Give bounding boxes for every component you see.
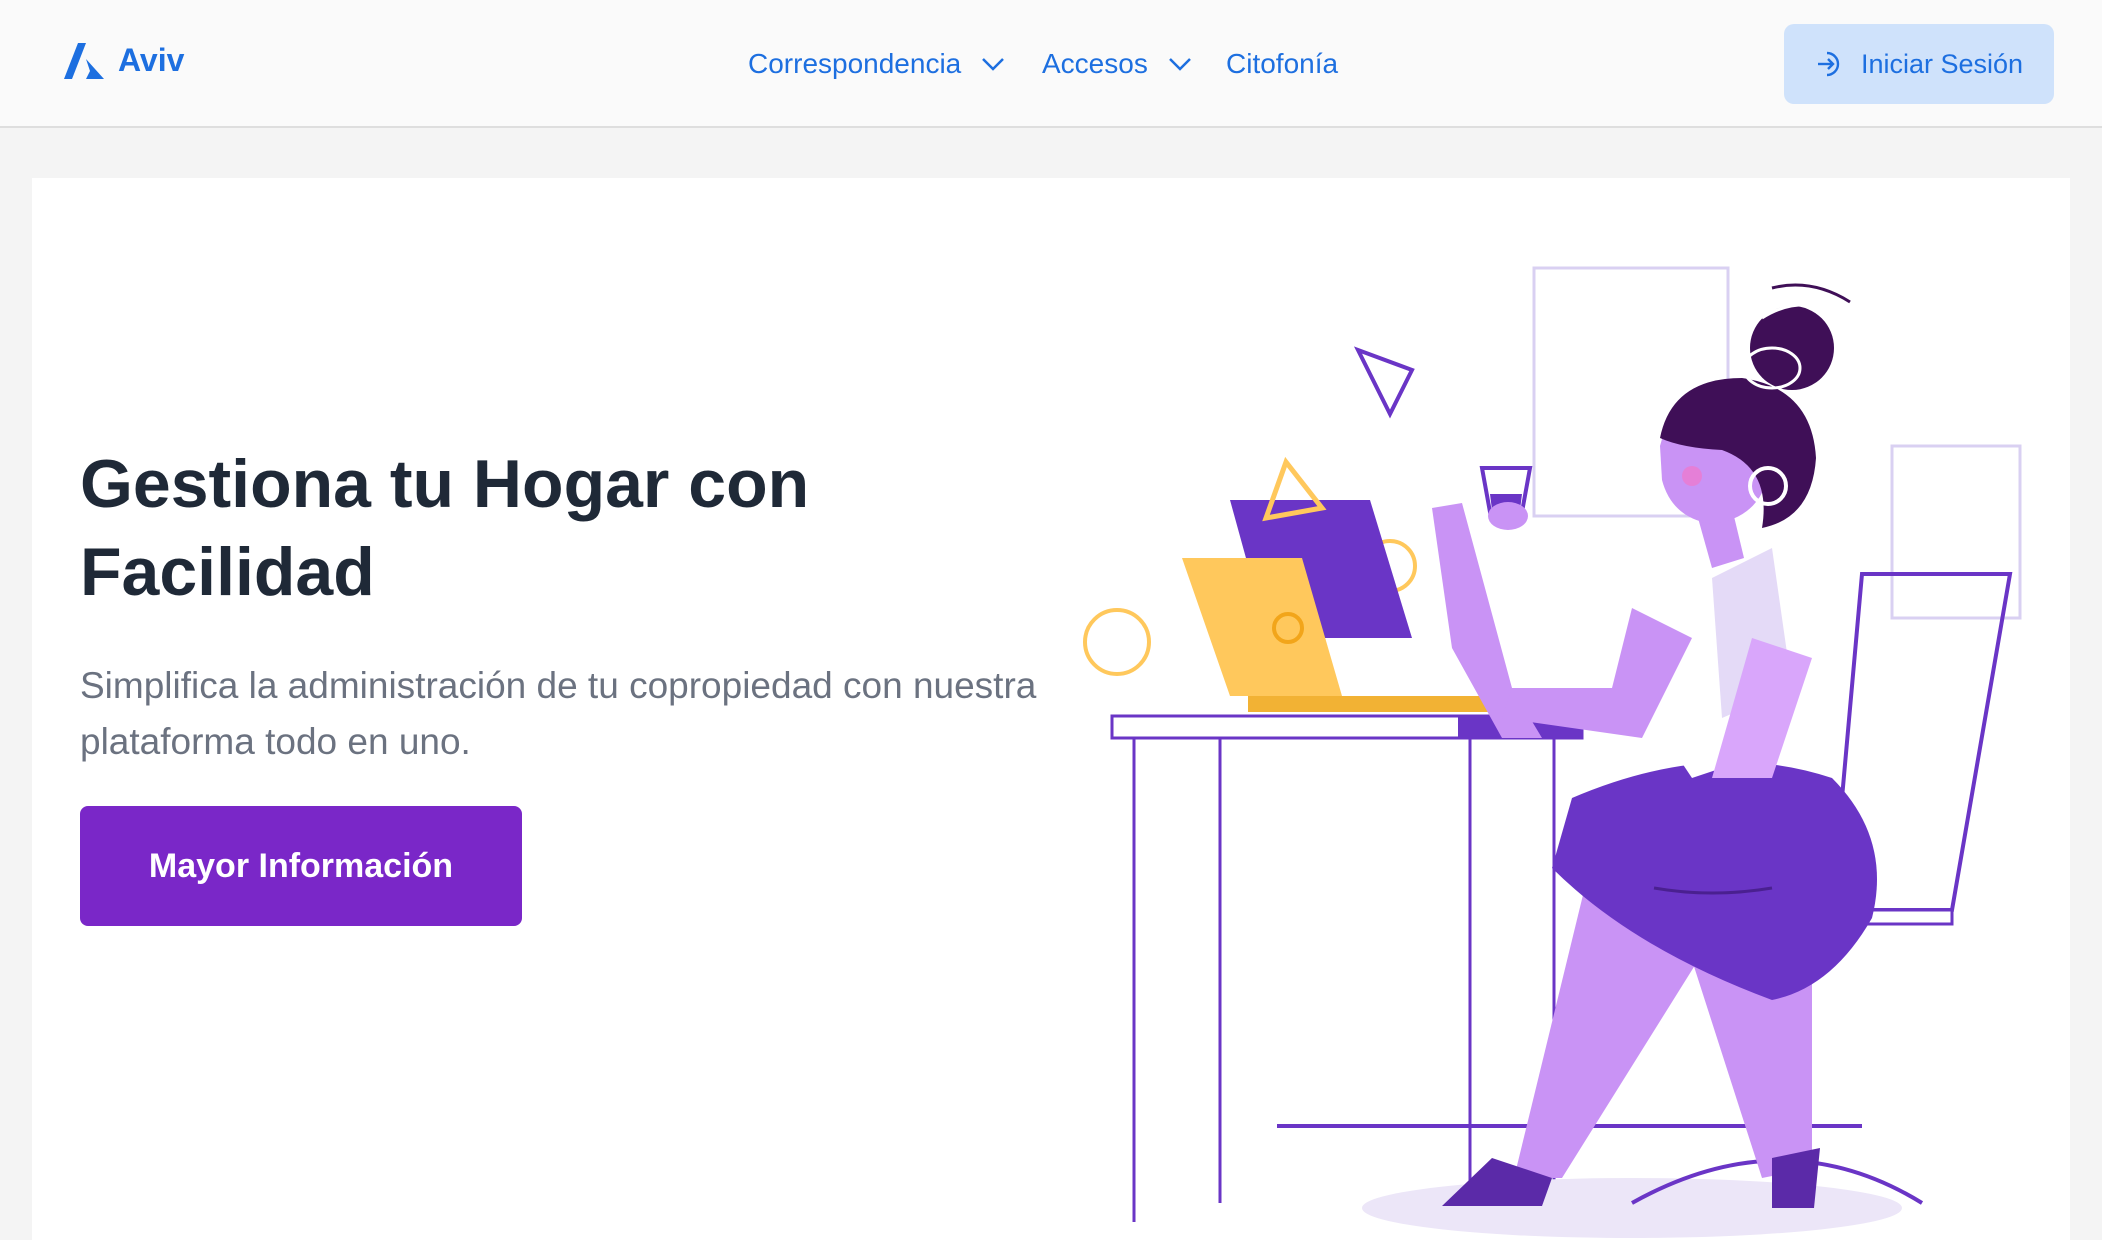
login-button-label: Iniciar Sesión [1860,48,2024,79]
nav-accesos-label: Accesos [1042,48,1148,79]
login-button[interactable]: Iniciar Sesión [1784,24,2054,104]
chevron-down-icon [1168,58,1191,71]
login-icon [1817,51,1840,77]
woman-at-desk-illustration [1083,266,2022,1238]
hero-card: Gestiona tu Hogar con Facilidad Simplifi… [32,178,2070,1240]
aviv-logo-icon [64,42,104,79]
chevron-down-icon [982,58,1005,71]
nav-citofonia-label: Citofonía [1226,48,1339,79]
nav-accesos[interactable]: Accesos [1042,0,1192,128]
nav-correspondencia-label: Correspondencia [748,48,962,79]
nav-correspondencia[interactable]: Correspondencia [748,0,1005,128]
brand-logo[interactable]: Aviv [64,42,184,79]
more-info-button[interactable]: Mayor Información [80,806,522,926]
hero-subtitle: Simplifica la administración de tu copro… [80,665,1037,762]
nav-citofonia[interactable]: Citofonía [1226,0,1338,128]
brand-name: Aviv [118,42,185,78]
hero-title: Gestiona tu Hogar con Facilidad [80,446,810,610]
top-navbar: Aviv Correspondencia Accesos Citofonía I… [0,0,2102,128]
